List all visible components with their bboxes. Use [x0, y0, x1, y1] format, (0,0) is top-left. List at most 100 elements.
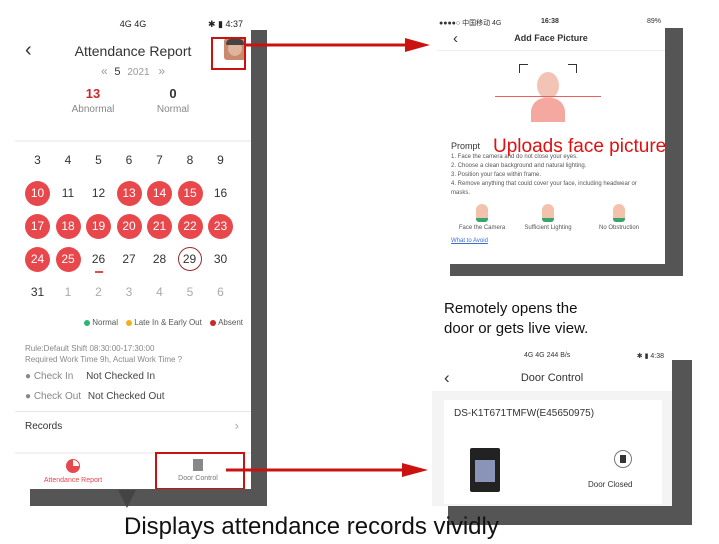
calendar-day[interactable]: 28: [147, 247, 172, 272]
calendar-day[interactable]: 26: [86, 247, 111, 272]
status-bar: 4G 4G ✱ ▮ 4:37: [15, 14, 251, 36]
legend-normal: Normal: [92, 318, 119, 327]
calendar-day[interactable]: 7: [147, 148, 172, 173]
calendar-day[interactable]: 13: [116, 181, 142, 206]
tab-attendance-report[interactable]: Attendance Report: [33, 457, 113, 484]
calendar-day[interactable]: 10: [25, 181, 50, 206]
calendar-day[interactable]: 6: [208, 280, 233, 305]
page-title: Add Face Picture: [514, 33, 588, 43]
no-obstruction-icon: [613, 204, 625, 222]
calendar-day[interactable]: 4: [56, 148, 81, 173]
calendar-day[interactable]: 11: [56, 181, 81, 206]
check-out-value: Not Checked Out: [87, 391, 165, 402]
calendar-day[interactable]: 22: [177, 214, 203, 239]
calendar-day[interactable]: 30: [208, 247, 233, 272]
prompt-3: 3. Position your face within frame.: [451, 172, 542, 178]
calendar-day[interactable]: 20: [116, 214, 142, 239]
status-time: 16:38: [541, 18, 559, 25]
calendar-day[interactable]: 5: [178, 280, 203, 305]
calendar-day[interactable]: 14: [147, 181, 172, 206]
calendar-day[interactable]: 2: [86, 280, 111, 305]
pie-chart-icon: [66, 459, 80, 473]
calendar-day[interactable]: 6: [117, 148, 142, 173]
calendar-day[interactable]: 18: [55, 214, 81, 239]
calendar-day[interactable]: 4: [147, 280, 172, 305]
abnormal-count: 13: [85, 86, 101, 101]
status-right: ✱ ▮ 4:38: [636, 353, 664, 360]
device-name: DS-K1T671TMFW(E45650975): [454, 408, 595, 419]
page-title: Door Control: [520, 372, 584, 384]
prompt-list: 1. Face the camera and do not close your…: [451, 153, 657, 198]
attendance-screen: 4G 4G ✱ ▮ 4:37 ‹ Attendance Report « 5 2…: [15, 14, 251, 489]
door-control-highlight: [155, 452, 245, 489]
next-month-icon[interactable]: »: [158, 64, 165, 78]
header: ‹ Add Face Picture: [437, 30, 665, 51]
calendar-day[interactable]: 1: [56, 280, 81, 305]
calendar-day[interactable]: 31: [25, 280, 50, 305]
required-text: Required Work Time 9h, Actual Work Time …: [25, 355, 183, 364]
caption-remote-1: Remotely opens the: [444, 300, 578, 317]
calendar-day[interactable]: 29: [177, 247, 202, 271]
legend: Normal Late In & Early Out Absent: [15, 318, 251, 327]
legend-absent: Absent: [218, 318, 243, 327]
what-to-avoid-link[interactable]: What to Avoid: [451, 238, 488, 244]
calendar-day[interactable]: 3: [25, 148, 50, 173]
calendar-day[interactable]: 21: [147, 214, 172, 239]
calendar-day[interactable]: 5: [86, 148, 111, 173]
abnormal-label: Abnormal: [71, 104, 115, 115]
calendar-day[interactable]: 9: [208, 148, 233, 173]
caption-records: Displays attendance records vividly: [124, 513, 499, 540]
carrier: ●●●●○ 中国移动 4G: [439, 20, 502, 27]
normal-label: Normal: [156, 104, 190, 115]
check-in-label: Check In: [33, 371, 74, 382]
door-status-button[interactable]: [614, 450, 632, 468]
calendar-day[interactable]: 24: [25, 247, 50, 272]
door-control-screen: 4G 4G 244 B/s ✱ ▮ 4:38 ‹ Door Control DS…: [432, 343, 672, 506]
status-right: ✱ ▮ 4:37: [207, 19, 243, 29]
caption-upload: Uploads face picture: [493, 136, 667, 157]
chevron-right-icon: ›: [234, 418, 239, 433]
records-label: Records: [25, 421, 63, 432]
records-row[interactable]: Records ›: [15, 411, 251, 440]
prompt-4: 4. Remove anything that could cover your…: [451, 181, 637, 196]
face-frame: [495, 64, 601, 124]
tip-lighting: Sufficient Lighting: [521, 204, 575, 231]
calendar-day[interactable]: 19: [86, 214, 111, 239]
calendar-day[interactable]: 3: [117, 280, 142, 305]
abnormal-stat[interactable]: 13 Abnormal: [53, 86, 133, 115]
arrow-head-face: [405, 38, 430, 52]
normal-count: 0: [169, 86, 177, 101]
tip-no-obstruction: No Obstruction: [589, 204, 649, 231]
calendar-day[interactable]: 23: [208, 214, 233, 239]
status-signal: 4G 4G 244 B/s: [524, 352, 571, 359]
check-out-label: Check Out: [33, 391, 82, 402]
calendar-day[interactable]: 17: [25, 214, 50, 239]
lighting-icon: [542, 204, 554, 222]
tab-attendance-label: Attendance Report: [43, 477, 103, 484]
calendar-day[interactable]: 15: [177, 181, 203, 206]
legend-late: Late In & Early Out: [134, 318, 202, 327]
year-value: 2021: [127, 67, 150, 78]
rule-text: Rule:Default Shift 08:30:00-17:30:00: [25, 344, 155, 353]
calendar-day[interactable]: 12: [86, 181, 111, 206]
arrow-head-door: [402, 463, 428, 477]
device-card[interactable]: DS-K1T671TMFW(E45650975) Door Closed: [444, 400, 662, 504]
check-in-value: Not Checked In: [86, 371, 156, 382]
shift-rule: Rule:Default Shift 08:30:00-17:30:00 Req…: [25, 343, 182, 365]
calendar-day[interactable]: 8: [178, 148, 203, 173]
calendar: 3 4 5 6 7 8 9 10 11 12 13 14 15 16 17 18 19 20 21 22 23 24 25 2…: [23, 142, 243, 312]
prompt-2: 2. Choose a clean background and natural…: [451, 163, 587, 169]
check-in-row: ● Check In Not Checked In: [25, 371, 156, 382]
prev-month-icon[interactable]: «: [101, 64, 108, 78]
face-camera-icon: [476, 204, 488, 222]
calendar-day[interactable]: 16: [208, 181, 233, 206]
check-out-row: ● Check Out Not Checked Out: [25, 391, 165, 402]
avatar-highlight: [211, 37, 246, 70]
calendar-day[interactable]: 27: [117, 247, 142, 272]
header: ‹ Door Control: [432, 367, 672, 391]
calendar-day[interactable]: 25: [55, 247, 81, 272]
door-status: Door Closed: [588, 480, 633, 489]
normal-stat[interactable]: 0 Normal: [133, 86, 213, 115]
caption-remote-2: door or gets live view.: [444, 320, 589, 337]
prompt-title: Prompt: [451, 141, 481, 151]
